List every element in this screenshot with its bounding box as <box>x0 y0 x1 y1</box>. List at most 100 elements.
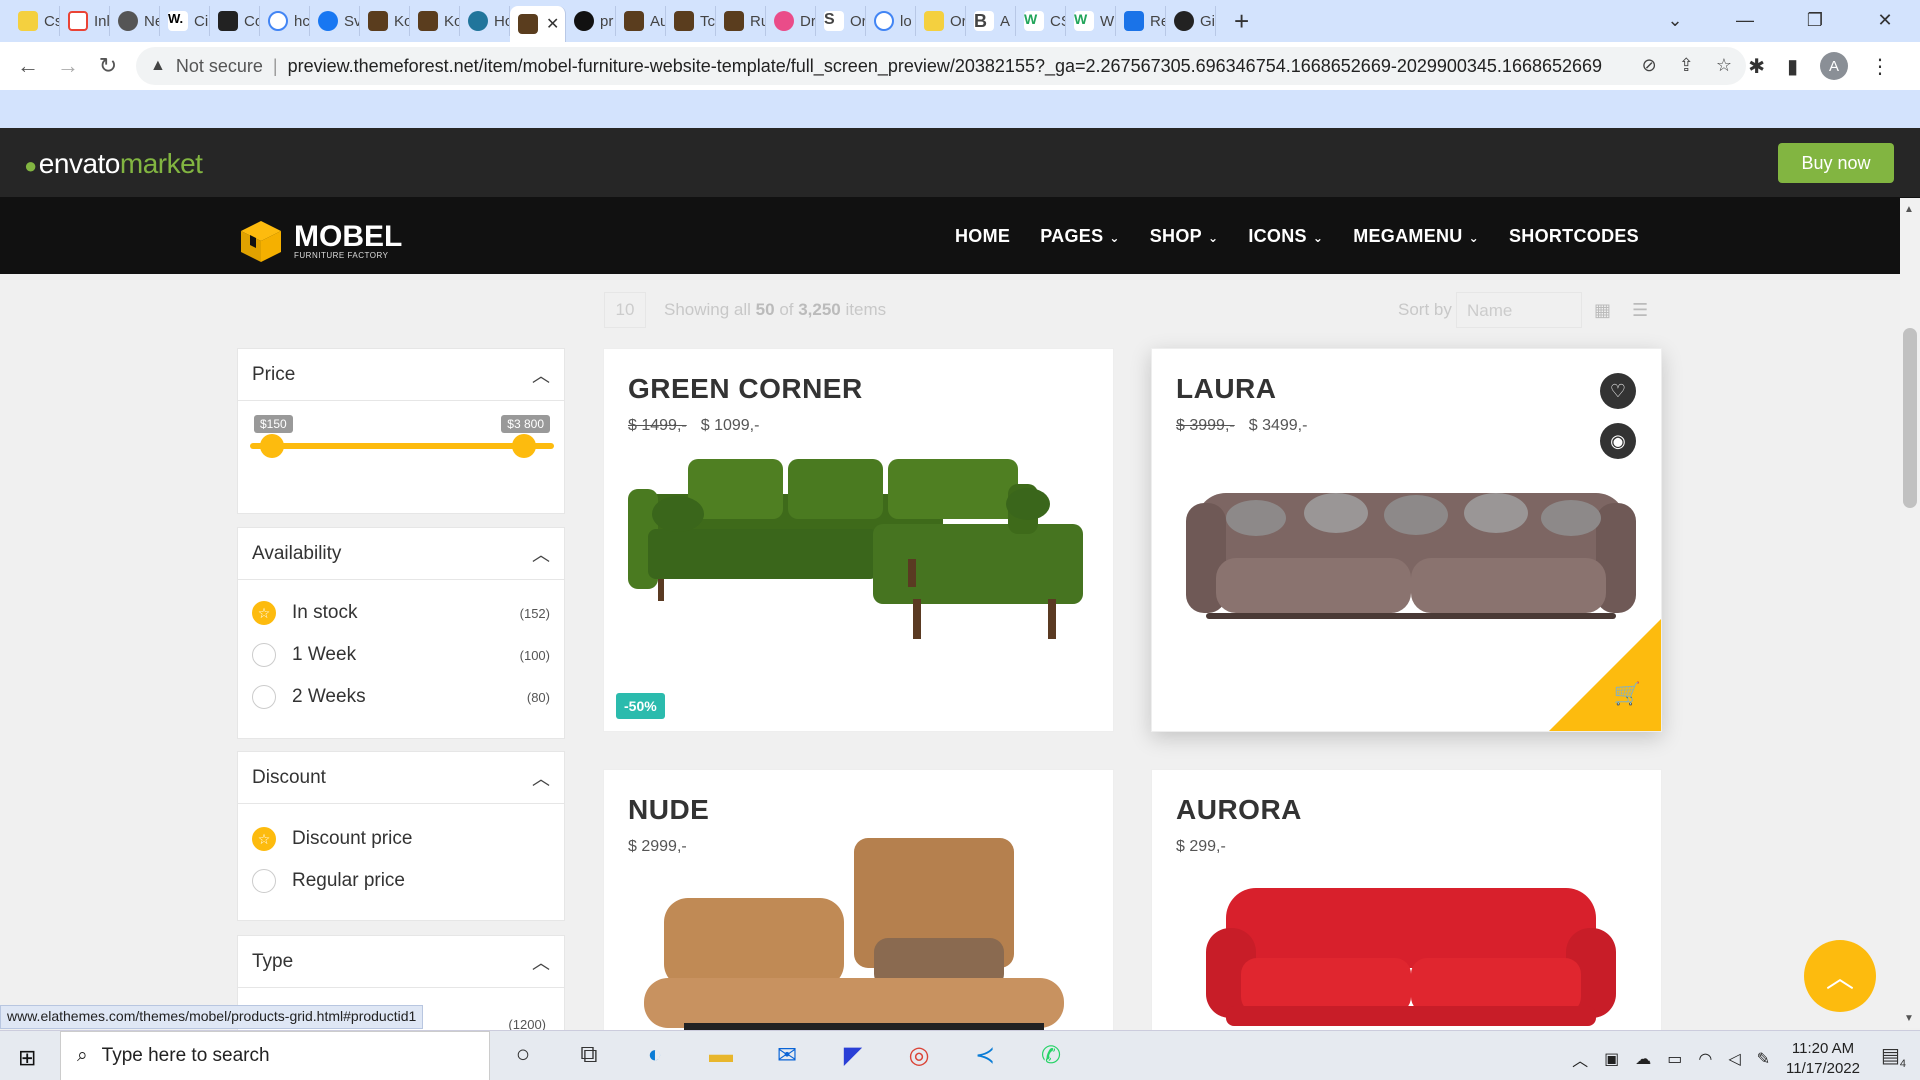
browser-tab[interactable]: Hc <box>460 6 510 36</box>
browser-tab[interactable]: Dr <box>766 6 816 36</box>
battery-icon[interactable]: ▭ <box>1667 1049 1682 1069</box>
list-view-icon[interactable]: ☰ <box>1632 300 1648 321</box>
filter-header[interactable]: Type ︿ <box>238 936 564 988</box>
browser-tab[interactable]: hc <box>260 6 310 36</box>
chevron-up-icon[interactable]: ︿ <box>532 362 550 388</box>
browser-tab[interactable]: lo <box>866 6 916 36</box>
star-radio-icon[interactable]: ☆ <box>252 827 276 851</box>
pen-icon[interactable]: ✎ <box>1757 1049 1770 1069</box>
menu-shop[interactable]: SHOP ⌄ <box>1150 226 1219 247</box>
buy-now-button[interactable]: Buy now <box>1778 143 1894 183</box>
product-name[interactable]: LAURA <box>1176 373 1277 405</box>
mobel-logo[interactable]: MOBEL FURNITURE FACTORY <box>238 218 402 264</box>
price-slider[interactable]: $150 $3 800 <box>238 401 564 511</box>
grid-view-icon[interactable]: ▦ <box>1594 300 1611 321</box>
url-omnibox[interactable]: ▲ Not secure | preview.themeforest.net/i… <box>136 47 1746 85</box>
more-menu-icon[interactable]: ⋮ <box>1870 54 1890 79</box>
tab-search-button[interactable]: ⌄ <box>1640 10 1710 31</box>
chrome-icon[interactable]: ◎ <box>904 1041 934 1070</box>
scroll-up-arrow-icon[interactable]: ▲ <box>1904 204 1914 215</box>
taskbar-search[interactable]: ⌕ Type here to search <box>60 1031 490 1080</box>
vscode-icon[interactable]: ≺ <box>970 1041 1000 1070</box>
share-icon[interactable]: ⇪ <box>1679 55 1694 76</box>
radio-icon[interactable] <box>252 685 276 709</box>
close-icon[interactable]: ✕ <box>546 14 559 34</box>
product-name[interactable]: AURORA <box>1176 794 1302 826</box>
profile-avatar[interactable]: A <box>1820 52 1848 80</box>
browser-tab[interactable]: Ru <box>716 6 766 36</box>
slider-handle-min[interactable] <box>260 434 284 458</box>
scroll-down-arrow-icon[interactable]: ▼ <box>1904 1013 1914 1024</box>
restore-button[interactable]: ❐ <box>1780 10 1850 31</box>
browser-tab[interactable]: pr <box>566 6 616 36</box>
menu-megamenu[interactable]: MEGAMENU ⌄ <box>1353 226 1479 247</box>
product-name[interactable]: NUDE <box>628 794 709 826</box>
browser-tab[interactable]: Ne <box>110 6 160 36</box>
browser-tab[interactable]: Ko <box>410 6 460 36</box>
minimize-button[interactable]: — <box>1710 10 1780 31</box>
mail-icon[interactable]: ✉ <box>772 1041 802 1070</box>
back-arrow-icon[interactable]: ← <box>8 53 48 79</box>
per-page-select[interactable]: 10 <box>604 292 646 328</box>
product-card[interactable]: AURORA $ 299,- <box>1151 769 1662 1039</box>
puzzle-icon[interactable]: ✱ <box>1748 54 1765 79</box>
option-discount-price[interactable]: ☆ Discount price <box>238 818 564 860</box>
file-explorer-icon[interactable]: ▬ <box>706 1041 736 1070</box>
clock[interactable]: 11:20 AM 11/17/2022 <box>1786 1039 1860 1079</box>
menu-home[interactable]: HOME <box>955 226 1010 247</box>
cart-icon[interactable]: 🛒 <box>1614 681 1641 707</box>
browser-tab[interactable]: BA <box>966 6 1016 36</box>
chevron-up-icon[interactable]: ︿ <box>532 949 550 975</box>
browser-tab[interactable]: Sv <box>310 6 360 36</box>
heart-icon[interactable]: ♡ <box>1600 373 1636 409</box>
app-icon[interactable]: ◤ <box>838 1041 868 1070</box>
browser-tab[interactable]: W CS <box>1016 6 1066 36</box>
cloud-icon[interactable]: ☁ <box>1635 1049 1651 1069</box>
browser-tab[interactable]: WW <box>1066 6 1116 36</box>
cortana-icon[interactable]: ○ <box>508 1041 538 1070</box>
filter-header[interactable]: Price ︿ <box>238 349 564 401</box>
volume-icon[interactable]: ◁ <box>1728 1049 1740 1069</box>
eye-slash-icon[interactable]: ⊘ <box>1642 55 1657 76</box>
wifi-icon[interactable]: ◠ <box>1698 1049 1712 1069</box>
browser-tab[interactable]: Co <box>210 6 260 36</box>
menu-icons[interactable]: ICONS ⌄ <box>1248 226 1323 247</box>
notification-icon[interactable]: ▤4 <box>1881 1043 1906 1070</box>
browser-tab[interactable]: W. Cir <box>160 6 210 36</box>
browser-tab[interactable]: Inl <box>60 6 110 36</box>
task-view-icon[interactable]: ⧉ <box>574 1041 604 1070</box>
browser-tab[interactable]: Ko <box>360 6 410 36</box>
browser-tab[interactable]: Re <box>1116 6 1166 36</box>
option-in-stock[interactable]: ☆ In stock (152) <box>238 592 564 634</box>
browser-tab[interactable]: S Or <box>816 6 866 36</box>
forward-arrow-icon[interactable]: → <box>48 53 88 79</box>
option-1-week[interactable]: 1 Week (100) <box>238 634 564 676</box>
close-window-button[interactable]: ✕ <box>1850 10 1920 31</box>
browser-tab[interactable]: Tc <box>666 6 716 36</box>
add-to-cart-corner[interactable] <box>1549 619 1661 731</box>
filter-header[interactable]: Availability ︿ <box>238 528 564 580</box>
browser-tab[interactable]: Or <box>916 6 966 36</box>
product-name[interactable]: GREEN CORNER <box>628 373 863 405</box>
eye-icon[interactable]: ◉ <box>1600 423 1636 459</box>
product-card[interactable]: GREEN CORNER $ 1499,- $ 1099,- -50% <box>603 348 1114 732</box>
scrollbar-thumb[interactable] <box>1903 328 1917 508</box>
star-icon[interactable]: ☆ <box>1716 55 1732 76</box>
radio-icon[interactable] <box>252 643 276 667</box>
slider-handle-max[interactable] <box>512 434 536 458</box>
sidepanel-icon[interactable]: ▮ <box>1787 54 1798 79</box>
filter-header[interactable]: Discount ︿ <box>238 752 564 804</box>
scroll-to-top-button[interactable]: ︿ <box>1804 940 1876 1012</box>
option-regular-price[interactable]: Regular price <box>238 860 564 902</box>
windows-start-icon[interactable]: ⊞ <box>18 1045 36 1071</box>
star-radio-icon[interactable]: ☆ <box>252 601 276 625</box>
reload-icon[interactable]: ↻ <box>88 53 128 79</box>
menu-pages[interactable]: PAGES ⌄ <box>1040 226 1120 247</box>
envato-logo[interactable]: ●envatomarket <box>24 148 203 180</box>
page-scrollbar[interactable]: ▲ ▼ <box>1900 198 1920 1028</box>
chevron-up-icon[interactable]: ︿ <box>1572 1047 1588 1071</box>
option-2-weeks[interactable]: 2 Weeks (80) <box>238 676 564 718</box>
whatsapp-icon[interactable]: ✆ <box>1036 1041 1066 1070</box>
radio-icon[interactable] <box>252 869 276 893</box>
chevron-up-icon[interactable]: ︿ <box>532 765 550 791</box>
